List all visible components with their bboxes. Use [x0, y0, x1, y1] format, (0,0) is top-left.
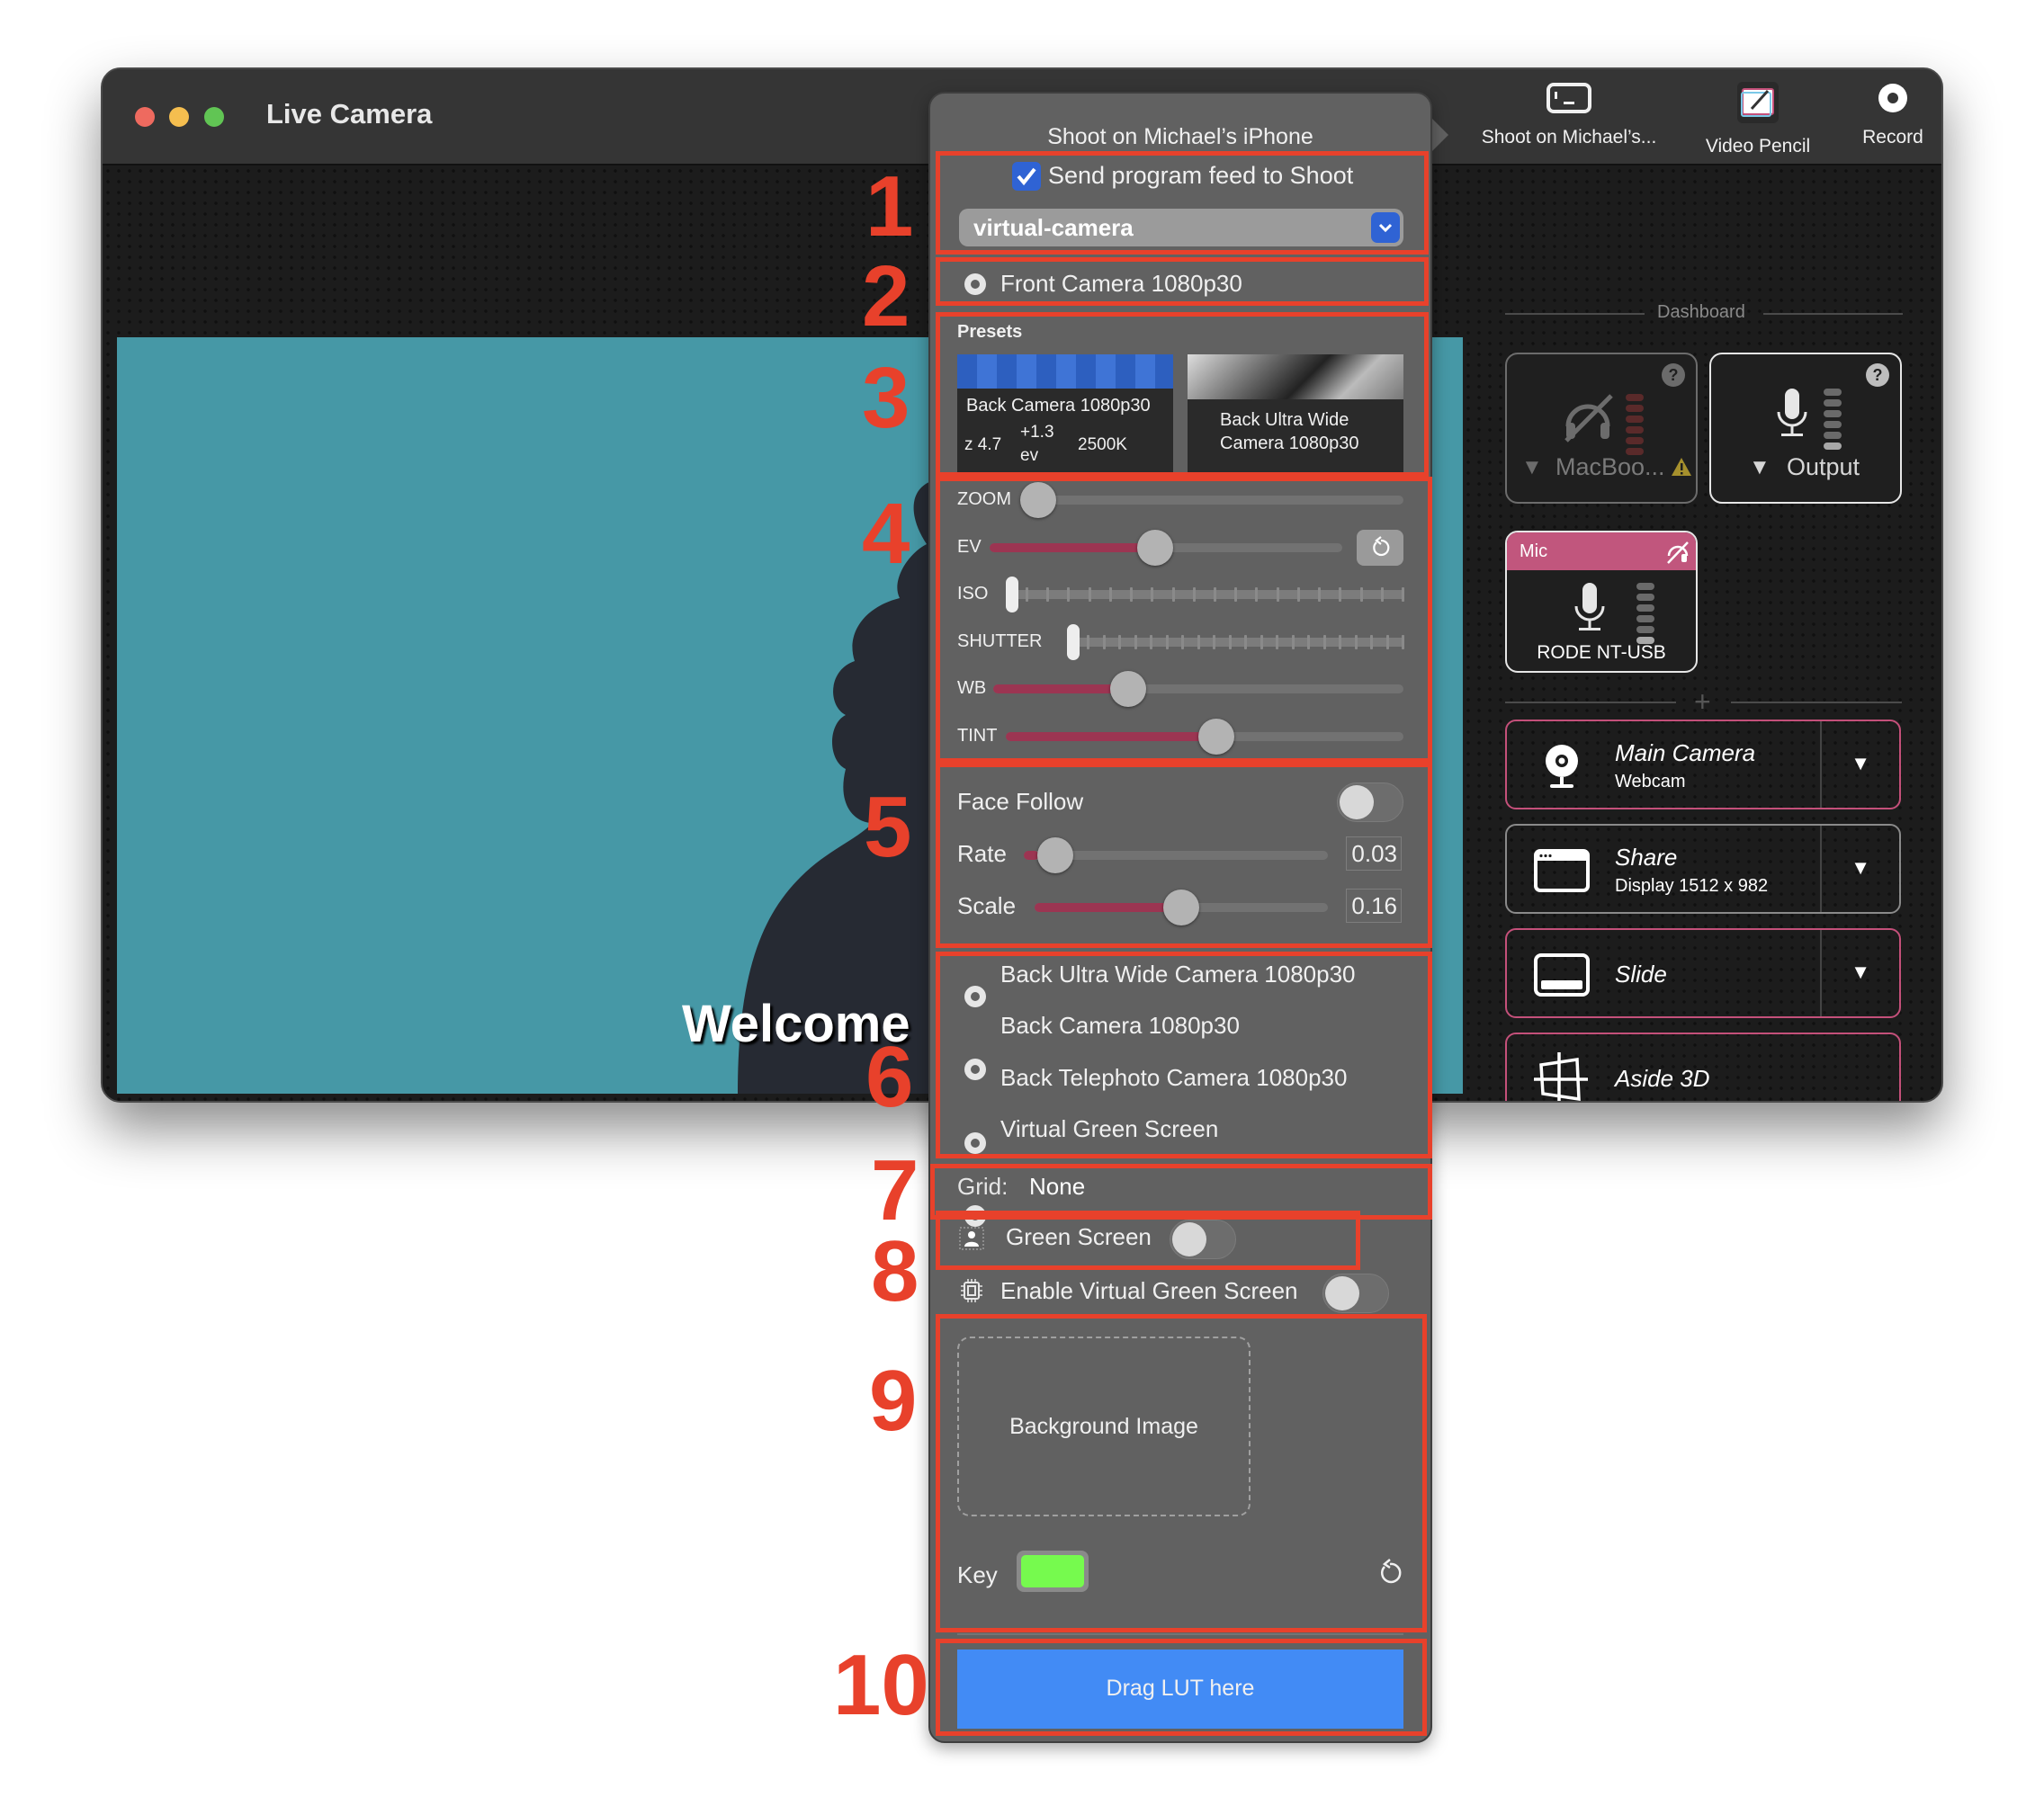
level-meter	[1636, 583, 1654, 648]
annotation-number: 7	[871, 1142, 919, 1238]
close-button[interactable]	[135, 107, 155, 127]
chip-icon	[961, 1279, 982, 1302]
annotation-box-8	[936, 1211, 1360, 1270]
annotation-number: 1	[865, 158, 914, 255]
dashboard-divider-right	[1763, 313, 1903, 315]
source-title: Main Camera	[1615, 739, 1756, 766]
annotation-number: 6	[865, 1029, 914, 1125]
shoot-toolbar-button[interactable]: Shoot on Michael’s...	[1470, 82, 1668, 148]
source-share[interactable]: Share Display 1512 x 982 ▼	[1505, 824, 1901, 914]
separator	[1820, 721, 1822, 808]
add-divider-right	[1731, 702, 1902, 703]
annotation-box-1	[936, 151, 1429, 255]
minimize-button[interactable]	[169, 107, 189, 127]
add-source-button[interactable]: +	[1694, 685, 1711, 719]
annotation-box-10	[936, 1639, 1427, 1736]
record-button[interactable]: Record	[1843, 82, 1941, 148]
popover-title: Shoot on Michael’s iPhone	[1047, 124, 1313, 149]
audio-tile-macbook[interactable]: ? ▼ MacBoo...	[1505, 353, 1698, 504]
dashboard-header: Dashboard	[1657, 302, 1745, 322]
mic-tile-title: Mic	[1520, 541, 1548, 561]
source-menu-caret-icon[interactable]: ▼	[1851, 752, 1870, 775]
annotation-number: 2	[862, 248, 910, 344]
annotation-box-2	[936, 257, 1429, 306]
dashboard-divider-left	[1505, 313, 1645, 315]
source-menu-caret-icon[interactable]: ▼	[1851, 856, 1870, 880]
level-meter	[1824, 389, 1842, 453]
add-divider-left	[1505, 702, 1676, 703]
source-title: Slide	[1615, 961, 1667, 988]
headphones-muted-icon	[1564, 394, 1613, 443]
microphone-icon	[1574, 583, 1605, 630]
phone-landscape-icon	[1546, 83, 1591, 113]
annotation-number: 9	[869, 1353, 918, 1449]
headphones-muted-icon[interactable]	[1665, 540, 1690, 565]
source-subtitle: Webcam	[1615, 772, 1686, 791]
annotation-box-9	[936, 1314, 1427, 1632]
annotation-number: 4	[862, 486, 910, 582]
source-title: Aside 3D	[1615, 1065, 1710, 1092]
level-meter	[1626, 394, 1644, 459]
window-title: Live Camera	[266, 98, 433, 130]
annotation-number: 3	[862, 350, 910, 446]
mic-tile[interactable]: Mic RODE NT-USB	[1505, 531, 1698, 673]
source-menu-caret-icon[interactable]: ▼	[1851, 961, 1870, 984]
mic-tile-header: Mic	[1507, 532, 1696, 570]
record-label: Record	[1862, 127, 1923, 148]
toggle-knob	[1325, 1276, 1359, 1310]
source-subtitle: Display 1512 x 982	[1615, 876, 1769, 896]
annotation-box-5	[936, 763, 1432, 948]
annotation-box-6	[936, 952, 1432, 1158]
audio-tile-output[interactable]: ? ▼ Output	[1709, 353, 1902, 504]
window-icon	[1534, 849, 1590, 892]
help-icon[interactable]: ?	[1866, 363, 1889, 387]
shoot-label: Shoot on Michael’s...	[1481, 127, 1657, 148]
slide-icon	[1534, 953, 1590, 997]
video-pencil-button[interactable]: Video Pencil	[1686, 82, 1830, 157]
perspective-grid-icon	[1534, 1052, 1588, 1101]
annotation-box-4	[936, 477, 1432, 763]
source-slide[interactable]: Slide ▼	[1505, 928, 1901, 1018]
annotation-number: 10	[833, 1637, 929, 1733]
video-pencil-label: Video Pencil	[1705, 136, 1811, 156]
virtual-green-screen-label: Enable Virtual Green Screen	[1000, 1277, 1298, 1304]
mic-device-name: RODE NT-USB	[1537, 642, 1666, 663]
caret-down-icon[interactable]: ▼	[1749, 455, 1771, 480]
microphone-icon	[1777, 389, 1807, 436]
annotation-box-3	[936, 312, 1429, 477]
separator	[1820, 930, 1822, 1016]
annotation-number: 8	[871, 1223, 919, 1319]
video-pencil-icon	[1737, 82, 1779, 123]
webcam-icon	[1546, 745, 1578, 788]
separator	[1820, 826, 1822, 912]
divider	[957, 1633, 1403, 1635]
zoom-button[interactable]	[204, 107, 224, 127]
warning-icon	[1672, 458, 1691, 476]
help-icon[interactable]: ?	[1662, 363, 1685, 387]
source-aside-3d[interactable]: Aside 3D	[1505, 1033, 1901, 1101]
source-title: Share	[1615, 844, 1678, 871]
caret-down-icon[interactable]: ▼	[1521, 455, 1543, 480]
virtual-green-screen-toggle[interactable]	[1322, 1274, 1389, 1313]
record-icon	[1878, 84, 1907, 112]
audio-tile-label: Output	[1787, 453, 1860, 480]
audio-tile-label: MacBoo...	[1555, 453, 1665, 480]
source-main-camera[interactable]: Main Camera Webcam ▼	[1505, 720, 1901, 809]
annotation-number: 5	[864, 779, 912, 875]
